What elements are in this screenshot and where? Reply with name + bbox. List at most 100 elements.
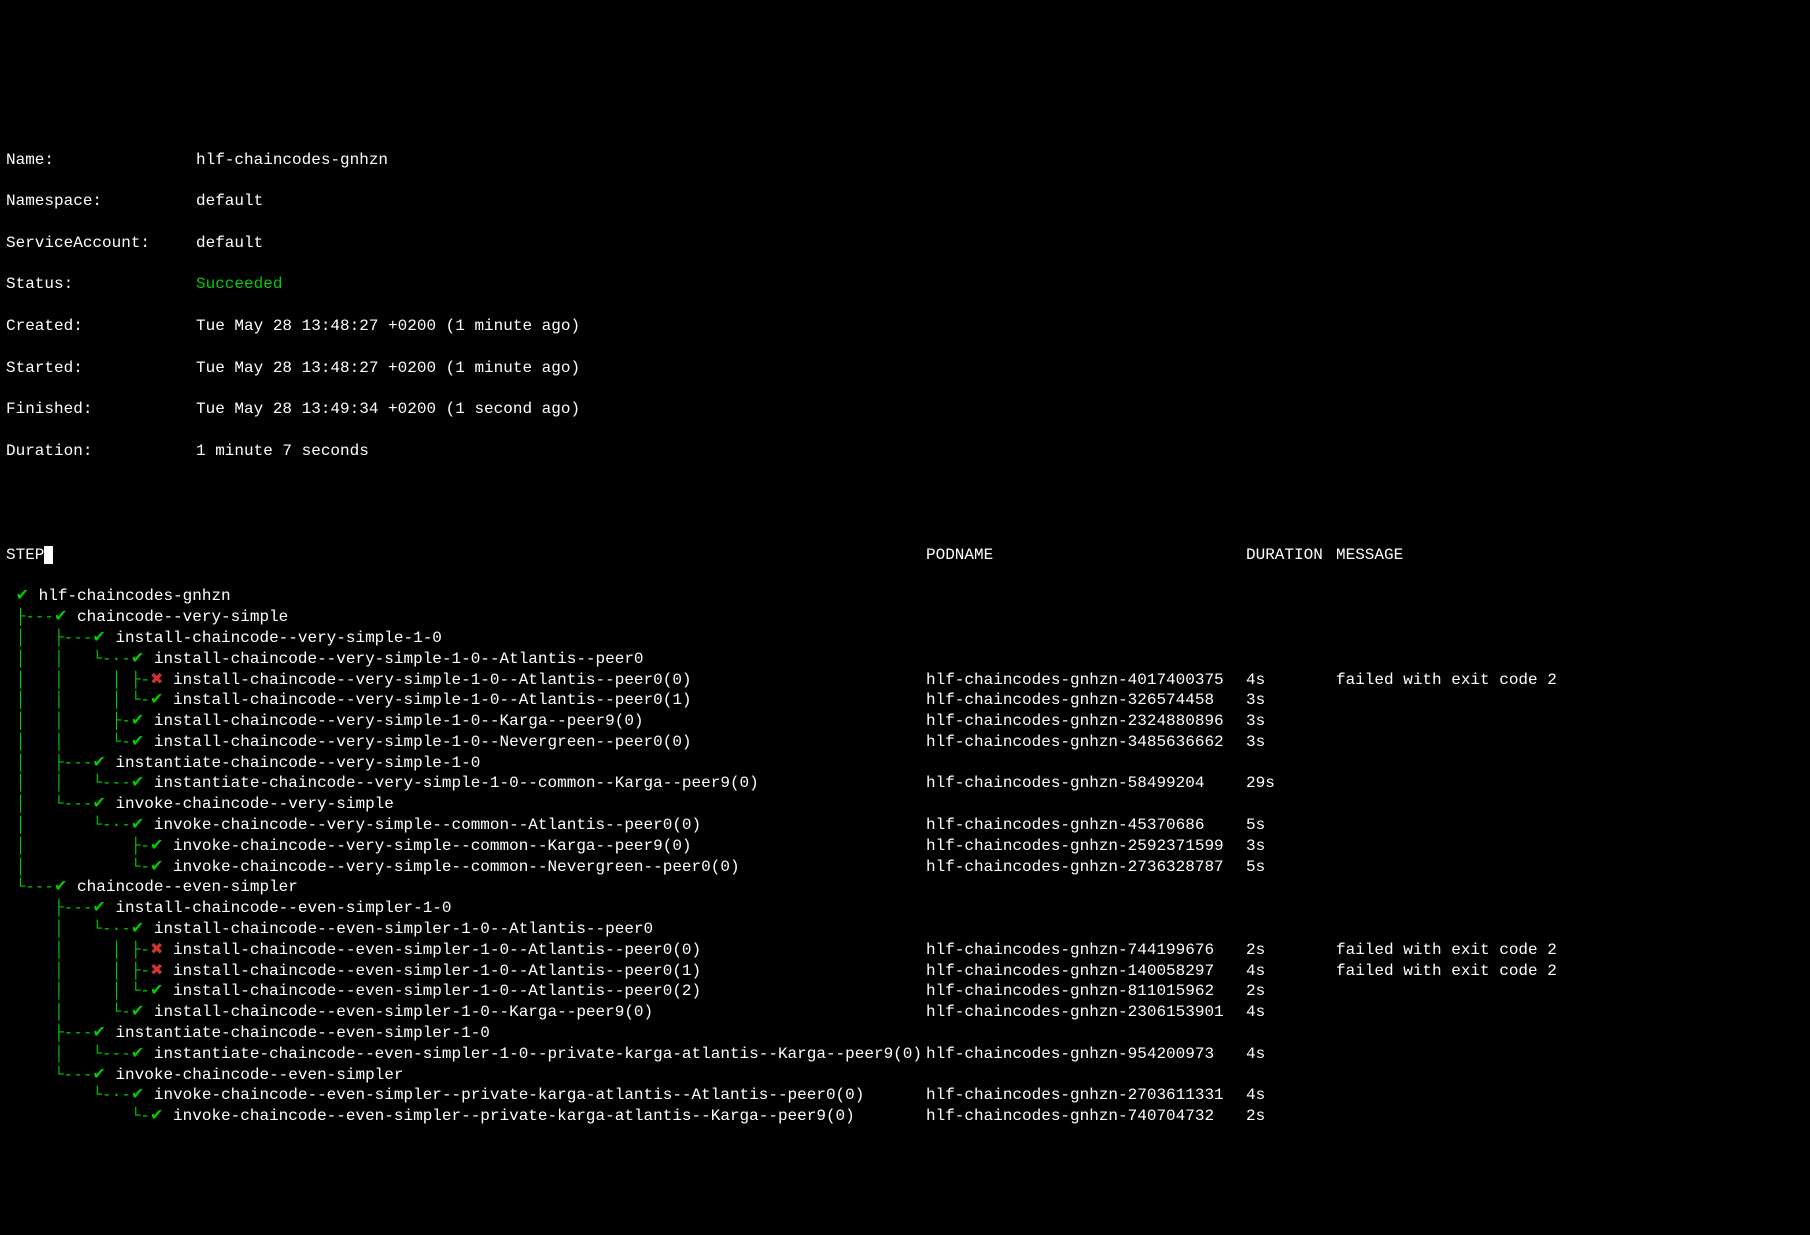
meta-value-finished: Tue May 28 13:49:34 +0200 (1 second ago) (196, 400, 580, 418)
meta-label-namespace: Namespace: (6, 191, 196, 212)
step-message (1336, 586, 1804, 607)
step-name: instantiate-chaincode--even-simpler-1-0-… (154, 1045, 922, 1063)
step-duration: 4s (1246, 1002, 1336, 1023)
meta-value-duration: 1 minute 7 seconds (196, 442, 369, 460)
step-duration: 4s (1246, 1044, 1336, 1065)
pod-name (926, 628, 1246, 649)
pod-name (926, 898, 1246, 919)
tree-row: │ └---✔ instantiate-chaincode--even-simp… (6, 1044, 1804, 1065)
status-ok-icon: ✔ (131, 733, 144, 751)
status-ok-icon: ✔ (131, 650, 144, 668)
step-message: failed with exit code 2 (1336, 940, 1804, 961)
step-message (1336, 649, 1804, 670)
status-ok-icon: ✔ (150, 858, 163, 876)
step-message (1336, 877, 1804, 898)
tree-row: ✔ hlf-chaincodes-gnhzn (6, 586, 1804, 607)
tree-branch-prefix: │ └- (6, 858, 150, 876)
pod-name: hlf-chaincodes-gnhzn-58499204 (926, 773, 1246, 794)
meta-label-serviceaccount: ServiceAccount: (6, 233, 196, 254)
tree-branch-prefix: └- (6, 1107, 150, 1125)
status-fail-icon: ✖ (150, 671, 163, 689)
tree-row: │ │ ├-✖ install-chaincode--even-simpler-… (6, 940, 1804, 961)
step-name: install-chaincode--even-simpler-1-0--Atl… (173, 962, 701, 980)
tree-row: │ └-·-✔ install-chaincode--even-simpler-… (6, 919, 1804, 940)
step-message (1336, 1085, 1804, 1106)
header-message: MESSAGE (1336, 545, 1804, 566)
step-name: install-chaincode--very-simple-1-0 (115, 629, 441, 647)
status-ok-icon: ✔ (92, 1024, 105, 1042)
meta-label-started: Started: (6, 358, 196, 379)
step-duration (1246, 898, 1336, 919)
tree-row: │ │ ├-✔ install-chaincode--very-simple-1… (6, 711, 1804, 732)
step-duration (1246, 649, 1336, 670)
tree-branch-prefix: │ └--- (6, 795, 92, 813)
pod-name (926, 794, 1246, 815)
step-name: invoke-chaincode--very-simple--common--K… (173, 837, 691, 855)
tree-branch-prefix: │ │ │ ├- (6, 671, 150, 689)
status-ok-icon: ✔ (150, 837, 163, 855)
pod-name (926, 607, 1246, 628)
meta-label-duration: Duration: (6, 441, 196, 462)
step-message (1336, 1044, 1804, 1065)
pod-name: hlf-chaincodes-gnhzn-2703611331 (926, 1085, 1246, 1106)
tree-row: │ └-·-✔ invoke-chaincode--very-simple--c… (6, 815, 1804, 836)
status-ok-icon: ✔ (92, 1066, 105, 1084)
meta-label-created: Created: (6, 316, 196, 337)
terminal-output: { "meta": { "name_label": "Name:", "name… (0, 42, 1810, 1152)
step-name: invoke-chaincode--very-simple--common--N… (173, 858, 740, 876)
meta-value-serviceaccount: default (196, 234, 263, 252)
step-name: instantiate-chaincode--very-simple-1-0 (115, 754, 480, 772)
meta-label-finished: Finished: (6, 399, 196, 420)
header-podname: PODNAME (926, 545, 1246, 566)
tree-row: ├---✔ install-chaincode--even-simpler-1-… (6, 898, 1804, 919)
pod-name (926, 877, 1246, 898)
meta-label-status: Status: (6, 274, 196, 295)
step-message (1336, 773, 1804, 794)
tree-row: │ ├-✔ invoke-chaincode--very-simple--com… (6, 836, 1804, 857)
step-duration (1246, 586, 1336, 607)
pod-name: hlf-chaincodes-gnhzn-140058297 (926, 961, 1246, 982)
status-ok-icon: ✔ (131, 1086, 144, 1104)
tree-row: └---✔ invoke-chaincode--even-simpler (6, 1065, 1804, 1086)
step-name: install-chaincode--even-simpler-1-0--Kar… (154, 1003, 653, 1021)
header-duration: DURATION (1246, 545, 1336, 566)
step-duration: 5s (1246, 815, 1336, 836)
step-message (1336, 690, 1804, 711)
step-duration (1246, 794, 1336, 815)
status-ok-icon: ✔ (92, 629, 105, 647)
step-duration (1246, 919, 1336, 940)
step-duration: 5s (1246, 857, 1336, 878)
step-message (1336, 898, 1804, 919)
tree-branch-prefix: └--- (6, 1066, 92, 1084)
step-message (1336, 836, 1804, 857)
step-name: invoke-chaincode--very-simple (115, 795, 393, 813)
step-duration: 3s (1246, 732, 1336, 753)
step-name: install-chaincode--even-simpler-1-0--Atl… (173, 982, 701, 1000)
step-duration: 2s (1246, 1106, 1336, 1127)
tree-branch-prefix: │ └-·- (6, 920, 131, 938)
status-ok-icon: ✔ (16, 587, 29, 605)
tree-row: ├---✔ instantiate-chaincode--even-simple… (6, 1023, 1804, 1044)
tree-branch-prefix: │ └--- (6, 1045, 131, 1063)
header-step: STEP (6, 546, 44, 564)
tree-row: │ │ │ └-✔ install-chaincode--very-simple… (6, 690, 1804, 711)
status-ok-icon: ✔ (150, 691, 163, 709)
tree-branch-prefix: │ └- (6, 1003, 131, 1021)
step-name: invoke-chaincode--very-simple--common--A… (154, 816, 701, 834)
tree-row: │ └---✔ invoke-chaincode--very-simple (6, 794, 1804, 815)
pod-name: hlf-chaincodes-gnhzn-2736328787 (926, 857, 1246, 878)
step-message (1336, 711, 1804, 732)
meta-value-status: Succeeded (196, 275, 282, 293)
pod-name (926, 1023, 1246, 1044)
tree-branch-prefix: └--- (6, 878, 54, 896)
step-message (1336, 753, 1804, 774)
step-duration (1246, 753, 1336, 774)
meta-value-namespace: default (196, 192, 263, 210)
step-message (1336, 607, 1804, 628)
step-name: instantiate-chaincode--very-simple-1-0--… (154, 774, 759, 792)
step-duration: 4s (1246, 670, 1336, 691)
step-duration: 3s (1246, 690, 1336, 711)
status-ok-icon: ✔ (92, 795, 105, 813)
status-ok-icon: ✔ (131, 774, 144, 792)
tree-branch-prefix: │ │ │ └- (6, 691, 150, 709)
